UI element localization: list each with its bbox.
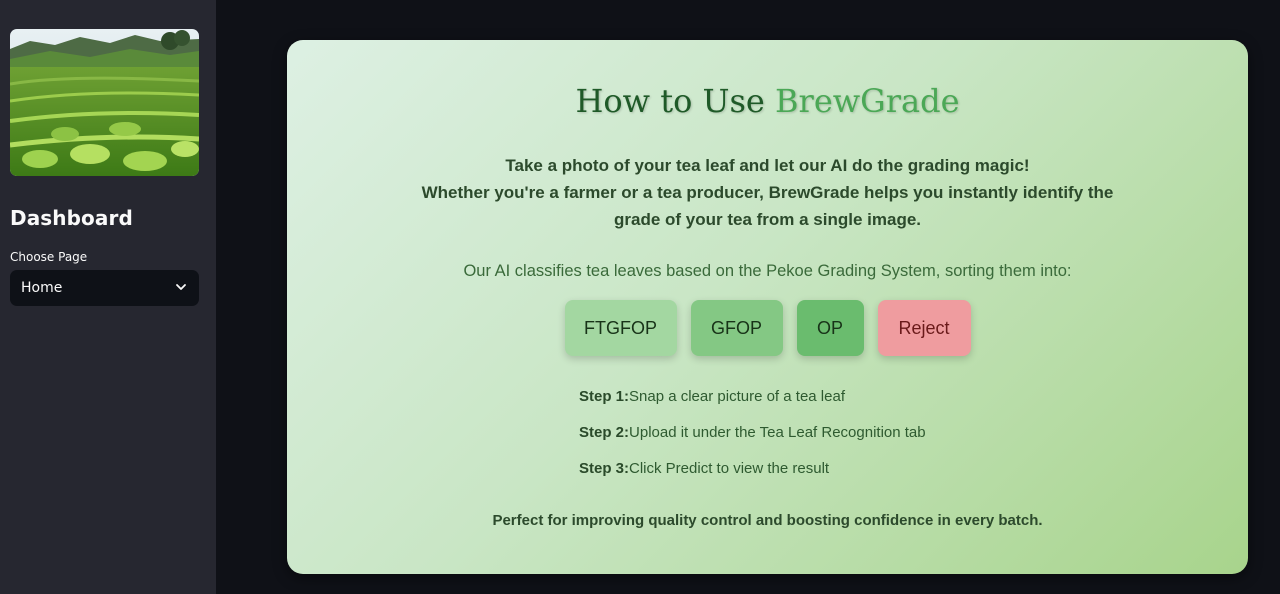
step-text: Click Predict to view the result — [629, 460, 830, 477]
grade-badge-reject: Reject — [877, 300, 971, 356]
footer-note: Perfect for improving quality control an… — [492, 512, 1043, 529]
step-label: Step 3: — [579, 460, 630, 477]
title-part-1: How to Use — [575, 82, 765, 120]
page-select[interactable]: Home — [10, 270, 199, 306]
step-2: Step 2:Upload it under the Tea Leaf Reco… — [579, 424, 926, 460]
page-select-value: Home — [21, 280, 63, 296]
intro-line-1: Take a photo of your tea leaf and let ou… — [505, 156, 1030, 175]
steps-list: Step 1:Snap a clear picture of a tea lea… — [579, 388, 926, 496]
grade-badge-ftgfop: FTGFOP — [564, 300, 677, 356]
grade-badge-op: OP — [796, 300, 864, 356]
grade-badges: FTGFOP GFOP OP Reject — [287, 300, 1248, 356]
intro-text: Take a photo of your tea leaf and let ou… — [287, 152, 1248, 233]
step-label: Step 2: — [579, 424, 630, 441]
step-3: Step 3:Click Predict to view the result — [579, 460, 926, 496]
sidebar-title: Dashboard — [10, 206, 133, 230]
step-1: Step 1:Snap a clear picture of a tea lea… — [579, 388, 926, 424]
classify-text: Our AI classifies tea leaves based on th… — [463, 262, 1072, 280]
grade-badge-gfop: GFOP — [690, 300, 783, 356]
sidebar: Dashboard Choose Page Home — [0, 0, 216, 594]
intro-line-2: Whether you're a farmer or a tea produce… — [421, 183, 1114, 202]
page-title: How to Use BrewGrade — [287, 82, 1248, 120]
chevron-down-icon — [175, 281, 187, 297]
step-text: Upload it under the Tea Leaf Recognition… — [629, 424, 926, 441]
title-brand: BrewGrade — [775, 82, 960, 120]
step-text: Snap a clear picture of a tea leaf — [629, 388, 845, 405]
how-to-use-card: How to Use BrewGrade Take a photo of you… — [287, 40, 1248, 574]
tea-plantation-image — [10, 29, 199, 176]
step-label: Step 1: — [579, 388, 630, 405]
intro-line-3: grade of your tea from a single image. — [613, 210, 922, 229]
choose-page-label: Choose Page — [10, 250, 88, 264]
